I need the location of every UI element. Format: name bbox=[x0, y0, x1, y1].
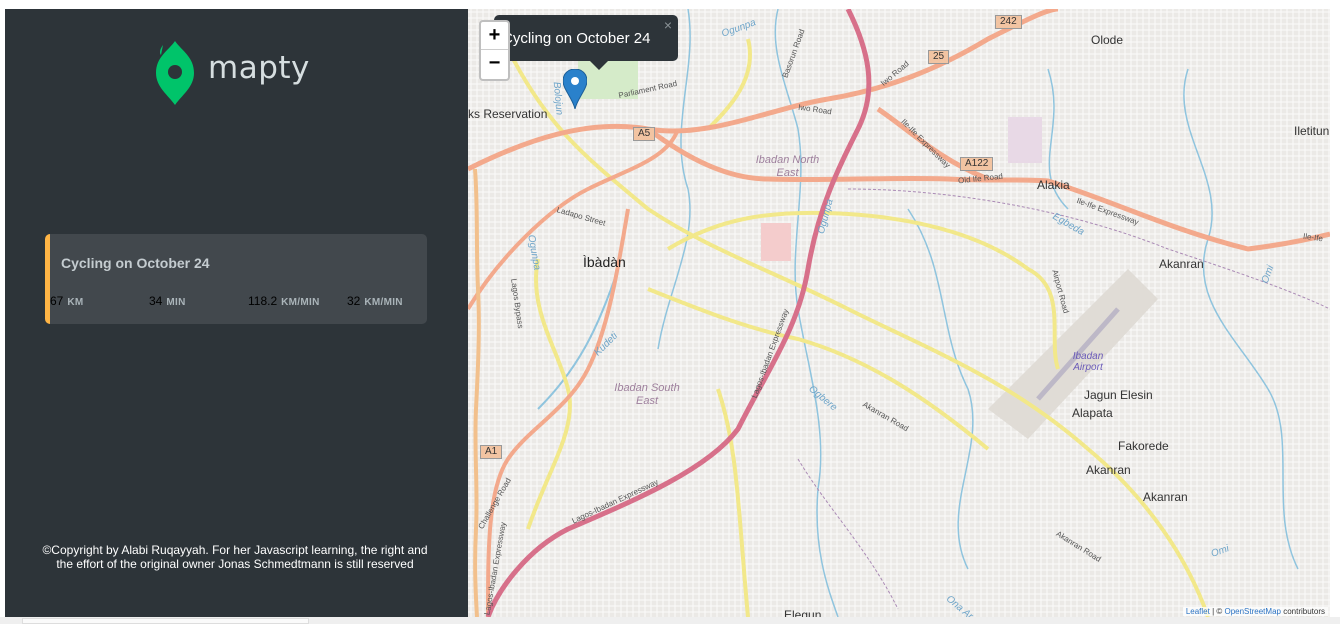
land-area bbox=[1008, 117, 1042, 163]
workout-duration: 34 MIN bbox=[149, 294, 186, 308]
map-label-reservation: ks Reservation bbox=[468, 107, 548, 121]
attribution-contributors: contributors bbox=[1280, 607, 1325, 616]
workout-distance: 67 KM bbox=[50, 294, 84, 308]
logo-text: mapty bbox=[208, 50, 310, 86]
map-label-jagun-elesin: Jagun Elesin bbox=[1084, 388, 1153, 402]
map-label-alakia: Alakia bbox=[1037, 178, 1070, 192]
road-shield-25: 25 bbox=[928, 50, 950, 64]
elevation-value: 32 bbox=[347, 294, 361, 308]
road-shield-a5: A5 bbox=[633, 127, 656, 141]
map-label-olode: Olode bbox=[1091, 33, 1124, 47]
map-label-akanran-3: Akanran bbox=[1143, 490, 1188, 504]
map-label-ibadan-airport: Ibadan Airport bbox=[1072, 351, 1104, 373]
copyright-text: ©Copyright by Alabi Ruqayyah. For her Ja… bbox=[42, 543, 428, 571]
distance-value: 67 bbox=[50, 294, 64, 308]
popup-tip bbox=[590, 61, 608, 70]
zoom-in-button[interactable]: + bbox=[481, 22, 508, 50]
road-shield-a1: A1 bbox=[480, 445, 503, 459]
workout-popup[interactable]: Cycling on October 24 × bbox=[494, 15, 678, 70]
attribution-separator: | © bbox=[1209, 607, 1225, 616]
distance-unit: KM bbox=[67, 297, 84, 308]
popup-text: Cycling on October 24 bbox=[502, 30, 651, 47]
logo: mapty bbox=[156, 39, 310, 105]
map-label-akanran-2: Akanran bbox=[1086, 463, 1131, 477]
map-label-akanran-1: Akanran bbox=[1159, 257, 1204, 271]
zoom-out-button[interactable]: − bbox=[481, 50, 508, 78]
map-tiles[interactable] bbox=[468, 9, 1330, 617]
workout-card-cycling[interactable]: Cycling on October 24 67 KM 34 MIN 118.2 KM… bbox=[45, 234, 427, 324]
app-container: mapty Cycling on October 24 67 KM 34 MIN 1… bbox=[5, 9, 1330, 617]
map-attribution: Leaflet | © OpenStreetMap contributors bbox=[1182, 607, 1328, 616]
map-label-elegun: Elegun bbox=[784, 608, 822, 617]
map-label-alapata: Alapata bbox=[1072, 406, 1113, 420]
road-shield-242: 242 bbox=[995, 15, 1022, 29]
popup-close-button[interactable]: × bbox=[664, 17, 672, 33]
workout-title: Cycling on October 24 bbox=[61, 255, 210, 271]
map-label-ibadan-south-east: Ibadan South East bbox=[614, 382, 680, 407]
openstreetmap-link[interactable]: OpenStreetMap bbox=[1224, 607, 1280, 616]
zoom-control: + − bbox=[479, 20, 510, 81]
duration-unit: MIN bbox=[166, 297, 186, 308]
hospital-area bbox=[761, 223, 791, 261]
workout-details: 67 KM 34 MIN 118.2 KM/MIN 32 KM/MIN bbox=[50, 294, 427, 310]
road-shield-a122: A122 bbox=[960, 157, 994, 171]
sidebar: mapty Cycling on October 24 67 KM 34 MIN 1… bbox=[5, 9, 468, 617]
map-label-iletitun: Iletitun bbox=[1294, 124, 1330, 138]
workout-speed: 118.2 KM/MIN bbox=[248, 294, 320, 308]
leaflet-link[interactable]: Leaflet bbox=[1186, 607, 1210, 616]
browser-bottom-tab[interactable] bbox=[22, 618, 309, 624]
speed-unit: KM/MIN bbox=[281, 297, 320, 308]
map[interactable]: ks Reservation Ìbàdàn Olode Iletitun Ala… bbox=[468, 9, 1330, 617]
duration-value: 34 bbox=[149, 294, 163, 308]
elevation-unit: KM/MIN bbox=[364, 297, 403, 308]
speed-value: 118.2 bbox=[248, 294, 278, 308]
map-label-fakorede: Fakorede bbox=[1118, 439, 1169, 453]
map-pin-logo-icon bbox=[156, 41, 194, 105]
map-pin-icon[interactable] bbox=[563, 69, 587, 109]
map-label-ibadan-north-east: Ibadan North East bbox=[755, 154, 820, 179]
workout-elevation: 32 KM/MIN bbox=[347, 294, 403, 308]
map-label-city-ibadan: Ìbàdàn bbox=[583, 254, 626, 270]
